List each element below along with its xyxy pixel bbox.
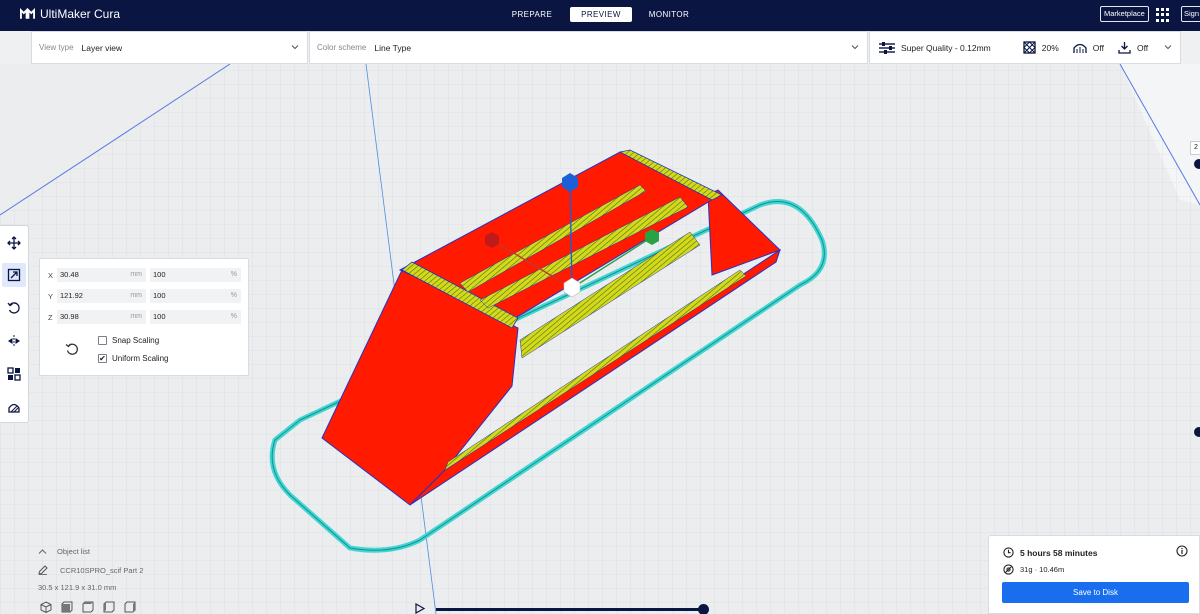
view-type-value: Layer view <box>81 42 123 53</box>
scale-panel: X 30.48 mm 100% Y 121.92 mm 100% Z 30.98 mm… <box>39 258 249 376</box>
object-name: CCR10SPRO_scif Part 2 <box>60 565 144 575</box>
profile-setting: Super Quality - 0.12mm <box>878 41 991 55</box>
adhesion-value: Off <box>1136 42 1149 53</box>
y-percent-input[interactable]: 100% <box>150 289 241 303</box>
x-mm-input[interactable]: 30.48 mm <box>57 268 146 282</box>
infill-value: 20% <box>1041 42 1059 53</box>
per-model-settings-icon <box>7 367 21 381</box>
tab-prepare[interactable]: PREPARE <box>502 7 562 22</box>
z-mm-input[interactable]: 30.98 mm <box>57 310 146 324</box>
axis-label: Z <box>48 312 53 322</box>
layer-path-slider-handle[interactable] <box>698 604 709 614</box>
play-icon[interactable] <box>414 603 426 614</box>
spool-icon <box>1003 564 1014 575</box>
clock-icon <box>1003 547 1014 558</box>
infill-icon <box>1023 41 1036 54</box>
marketplace-button[interactable]: Marketplace <box>1100 6 1149 22</box>
y-mm-input[interactable]: 121.92 mm <box>57 289 146 303</box>
move-icon <box>7 236 21 250</box>
adhesion-icon <box>1118 42 1131 54</box>
tab-monitor[interactable]: MONITOR <box>638 7 700 22</box>
axis-label: Y <box>48 291 54 301</box>
mirror-icon <box>8 335 20 347</box>
color-scheme-label: Color scheme <box>317 43 367 52</box>
layer-slider-upper-handle[interactable] <box>1194 159 1200 169</box>
object-list-header: Object list <box>57 547 90 556</box>
print-settings-selector[interactable]: Super Quality - 0.12mm 20% Off Off <box>869 31 1181 64</box>
chevron-down-icon <box>291 45 299 50</box>
view-orientation-buttons <box>40 601 136 613</box>
sign-in-button[interactable]: Sign <box>1181 6 1200 22</box>
info-icon[interactable] <box>1176 545 1188 557</box>
view-type-selector[interactable]: View type Layer view <box>31 31 308 64</box>
support-setting: Off <box>1073 41 1104 54</box>
ultimaker-logo-icon <box>20 7 35 19</box>
left-view-icon[interactable] <box>103 601 115 613</box>
top-view-icon[interactable] <box>82 601 94 613</box>
print-time: 5 hours 58 minutes <box>1020 547 1098 558</box>
scale-row-z: Z 30.98 mm 100% <box>48 310 241 324</box>
chevron-down-icon <box>851 45 859 50</box>
app-title: UltiMaker Cura <box>40 7 121 21</box>
object-list-toggle[interactable]: Object list <box>38 547 90 556</box>
reset-scale-icon[interactable] <box>65 342 79 356</box>
front-view-icon[interactable] <box>61 601 73 613</box>
header-bar: UltiMaker Cura PREPARE PREVIEW MONITOR M… <box>0 0 1200 31</box>
x-percent-input[interactable]: 100% <box>150 268 241 282</box>
save-to-disk-button[interactable]: Save to Disk <box>1002 582 1189 603</box>
tab-preview[interactable]: PREVIEW <box>570 7 632 22</box>
infill-setting: 20% <box>1023 41 1059 54</box>
tool-panel <box>0 225 29 423</box>
print-time-row: 5 hours 58 minutes <box>1003 547 1097 558</box>
scale-row-y: Y 121.92 mm 100% <box>48 289 241 303</box>
support-value: Off <box>1092 42 1104 53</box>
profile-value: Super Quality - 0.12mm <box>901 42 991 53</box>
layer-path-slider[interactable] <box>436 608 706 611</box>
apps-grid-icon[interactable] <box>1156 8 1170 22</box>
snap-scaling-label: Snap Scaling <box>112 336 160 345</box>
scale-row-x: X 30.48 mm 100% <box>48 268 241 282</box>
edit-pencil-icon[interactable] <box>38 565 48 575</box>
scale-tool-button[interactable] <box>2 263 26 287</box>
color-scheme-value: Line Type <box>374 42 412 53</box>
object-dimensions: 30.5 x 121.9 x 31.0 mm <box>38 583 117 592</box>
layer-number-input[interactable]: 2 <box>1190 141 1200 155</box>
print-info-panel: 5 hours 58 minutes 31g · 10.46m Save to … <box>988 535 1200 614</box>
color-scheme-selector[interactable]: Color scheme Line Type <box>309 31 868 64</box>
per-model-settings-button[interactable] <box>2 362 26 386</box>
support-icon <box>1073 43 1087 53</box>
chevron-up-icon <box>38 549 47 554</box>
chevron-down-icon <box>1164 45 1172 50</box>
stage-tabs: PREPARE PREVIEW MONITOR <box>502 7 706 22</box>
axis-label: X <box>48 270 54 280</box>
material-usage: 31g · 10.46m <box>1020 565 1065 574</box>
move-tool-button[interactable] <box>2 231 26 255</box>
sliders-icon <box>879 41 895 54</box>
snap-scaling-option[interactable]: Snap Scaling <box>98 336 159 345</box>
3d-view-icon[interactable] <box>40 601 52 613</box>
object-name-row: CCR10SPRO_scif Part 2 <box>38 565 143 575</box>
support-blocker-icon <box>8 403 20 413</box>
rotate-icon <box>7 302 20 314</box>
object-list-panel: Object list CCR10SPRO_scif Part 2 30.5 x… <box>0 544 320 614</box>
layer-slider-lower-handle[interactable] <box>1194 427 1200 437</box>
z-percent-input[interactable]: 100% <box>150 310 241 324</box>
adhesion-setting: Off <box>1118 41 1148 54</box>
snap-scaling-checkbox[interactable] <box>98 336 107 345</box>
app-brand: UltiMaker Cura <box>20 7 120 21</box>
rotate-tool-button[interactable] <box>2 296 26 320</box>
uniform-scaling-checkbox[interactable]: ✔ <box>98 354 107 363</box>
uniform-scaling-option[interactable]: ✔ Uniform Scaling <box>98 354 168 363</box>
mirror-tool-button[interactable] <box>2 329 26 353</box>
support-blocker-button[interactable] <box>2 395 26 419</box>
view-type-label: View type <box>39 43 74 52</box>
material-row: 31g · 10.46m <box>1003 564 1064 575</box>
right-view-icon[interactable] <box>124 601 136 613</box>
uniform-scaling-label: Uniform Scaling <box>112 354 169 363</box>
scale-icon <box>7 268 21 282</box>
